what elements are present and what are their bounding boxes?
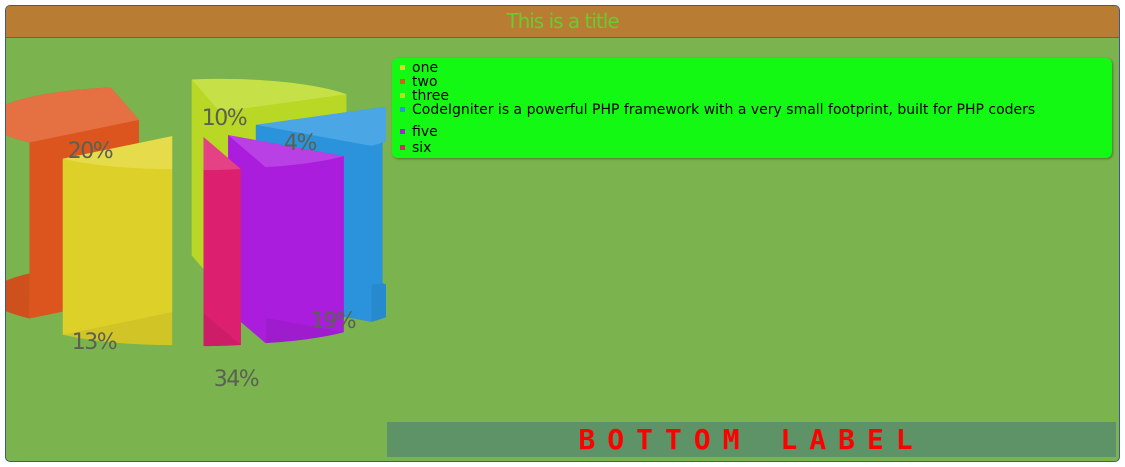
legend-swatch (400, 106, 405, 112)
chart-panel: This is a title 13% 34% 19% 20% 10% 4% one two… (5, 5, 1120, 462)
legend-item-two: two (400, 75, 438, 89)
legend-swatch (400, 92, 405, 98)
legend-item-three: three (400, 89, 449, 103)
legend: one two three CodeIgniter is a powerful PHP… (392, 58, 1112, 158)
legend-swatch (400, 144, 405, 150)
legend-swatch (400, 64, 405, 70)
pie-chart: 13% 34% 19% 20% 10% 4% (6, 78, 386, 392)
percent-label-one: 13% (72, 330, 117, 355)
legend-swatch (400, 128, 405, 134)
bottom-band: BOTTOM LABEL (387, 422, 1116, 457)
percent-label-two: 34% (214, 367, 259, 392)
legend-label: six (412, 140, 432, 156)
legend-label: CodeIgniter is a powerful PHP framework … (412, 102, 1036, 118)
legend-item-one: one (400, 61, 438, 75)
pie-slices (6, 78, 386, 347)
legend-swatch (400, 78, 405, 84)
pie-slice-six (203, 137, 241, 347)
percent-label-three: 19% (311, 309, 356, 334)
legend-item-six: six (400, 141, 431, 155)
percent-label-five: 10% (202, 106, 247, 131)
percent-label-codeigniter-is-a-powerfu: 20% (68, 139, 113, 164)
bottom-label: BOTTOM LABEL (578, 423, 925, 456)
legend-item-codeigniter-is-a-powerfu: CodeIgniter is a powerful PHP framework … (400, 103, 1035, 117)
legend-item-five: five (400, 125, 438, 139)
legend-label: five (412, 124, 438, 140)
pie-slice-one (62, 136, 173, 346)
percent-label-six: 4% (284, 131, 316, 156)
